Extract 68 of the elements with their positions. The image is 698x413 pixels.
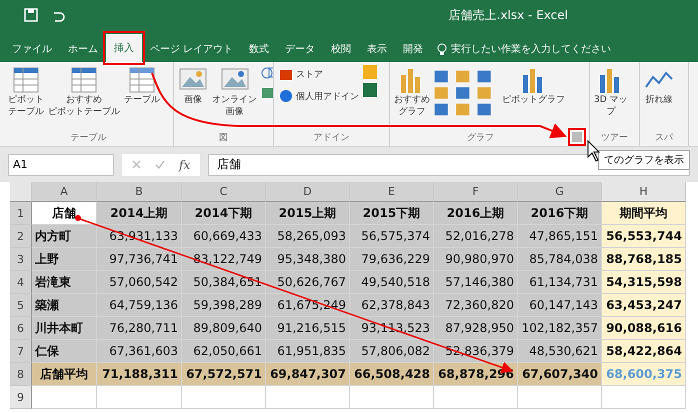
table-cell: 61,951,835: [266, 340, 350, 363]
table-cell: 63,453,247: [602, 294, 686, 317]
table-cell: 69,847,307: [266, 363, 350, 386]
table-cell: 47,865,151: [518, 225, 602, 248]
table-cell: 88,768,185: [602, 248, 686, 271]
table-cell: 56,575,374: [350, 225, 434, 248]
table-cell: 60,669,433: [182, 225, 266, 248]
table-cell: 50,384,651: [182, 271, 266, 294]
table-cell: 58,422,864: [602, 340, 686, 363]
table-cell: 102,182,357: [518, 317, 602, 340]
table-cell: 57,806,082: [350, 340, 434, 363]
table-cell: 内方町: [32, 225, 97, 248]
table-cell: 62,050,661: [182, 340, 266, 363]
table-cell: 67,607,340: [518, 363, 602, 386]
table-cell: 期間平均: [602, 202, 686, 225]
table-cell: 2014上期: [97, 202, 182, 225]
table-cell: 2016下期: [518, 202, 602, 225]
table-cell: 49,540,518: [350, 271, 434, 294]
group-label: 図: [219, 132, 228, 144]
table-cell: 83,122,749: [182, 248, 266, 271]
table-cell: 2015上期: [266, 202, 350, 225]
table-cell: 岩滝東: [32, 271, 97, 294]
table-cell: 71,188,311: [97, 363, 182, 386]
table-cell: 68,600,375: [602, 363, 686, 386]
table-cell: 57,060,542: [97, 271, 182, 294]
group-label: グラフ: [467, 132, 494, 144]
table-cell: 59,398,289: [182, 294, 266, 317]
table-cell: 67,361,603: [97, 340, 182, 363]
table-cell: 87,928,950: [434, 317, 518, 340]
table-cell: 2015下期: [350, 202, 434, 225]
table-cell: 店舗: [32, 202, 97, 225]
table-cell: 店舗平均: [32, 363, 97, 386]
group-label: アドイン: [314, 132, 350, 144]
group-label: スパ: [655, 132, 673, 144]
table-cell: 57,146,380: [434, 271, 518, 294]
table-cell: 85,784,038: [518, 248, 602, 271]
table-cell: 2014下期: [182, 202, 266, 225]
group-label: ツアー: [601, 132, 628, 144]
window-title: 店舗売上.xlsx - Excel: [448, 6, 568, 24]
table-cell: 築瀬: [32, 294, 97, 317]
table-cell: 62,378,843: [350, 294, 434, 317]
table-cell: 52,016,278: [434, 225, 518, 248]
table-cell: 2016上期: [434, 202, 518, 225]
table-cell: 60,147,143: [518, 294, 602, 317]
table-cell: 72,360,820: [434, 294, 518, 317]
table-cell: 50,626,767: [266, 271, 350, 294]
table-cell: 90,088,616: [602, 317, 686, 340]
table-cell: 95,348,380: [266, 248, 350, 271]
table-cell: 川井本町: [32, 317, 97, 340]
table-cell: 66,508,428: [350, 363, 434, 386]
table-cell: 58,265,093: [266, 225, 350, 248]
group-label: テーブル: [70, 132, 106, 144]
table-cell: 67,572,571: [182, 363, 266, 386]
table-cell: 79,636,229: [350, 248, 434, 271]
table-cell: 48,530,621: [518, 340, 602, 363]
table-cell: 仁保: [32, 340, 97, 363]
table-cell: 97,736,741: [97, 248, 182, 271]
table-cell: 91,216,515: [266, 317, 350, 340]
tooltip: てのグラフを表示: [598, 150, 690, 170]
table-cell: 上野: [32, 248, 97, 271]
table-cell: 54,315,598: [602, 271, 686, 294]
table-cell: 76,280,711: [97, 317, 182, 340]
table-cell: 64,759,136: [97, 294, 182, 317]
table-cell: 90,980,970: [434, 248, 518, 271]
table-cell: 56,553,744: [602, 225, 686, 248]
table-cell: 61,134,731: [518, 271, 602, 294]
table-cell: 89,809,640: [182, 317, 266, 340]
table-cell: 68,878,296: [434, 363, 518, 386]
